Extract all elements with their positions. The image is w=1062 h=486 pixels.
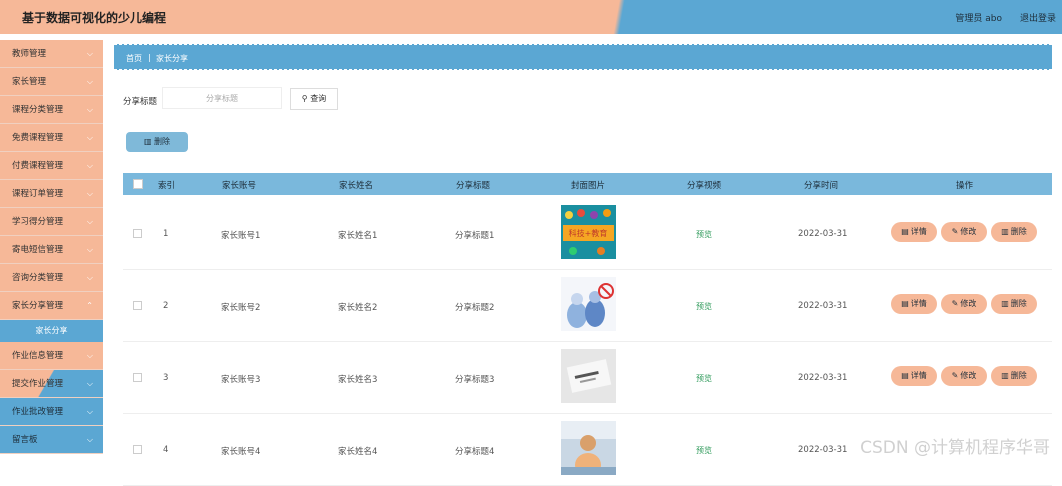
query-button[interactable]: ⚲ 查询 xyxy=(290,88,338,110)
delete-button[interactable]: ▥ 删除 xyxy=(991,222,1037,242)
sidebar-item-learning-scores[interactable]: 学习得分管理 ⌵ xyxy=(0,208,103,236)
column-header: 分享视频 xyxy=(687,181,722,191)
trash-icon: ▥ xyxy=(1001,371,1009,380)
sidebar-item-teachers[interactable]: 教师管理 ⌵ xyxy=(0,40,103,68)
column-header: 分享时间 xyxy=(804,181,839,191)
sidebar-item-consult-categories[interactable]: 咨询分类管理 ⌵ xyxy=(0,264,103,292)
video-preview-link[interactable]: 预览 xyxy=(696,229,712,240)
cover-image xyxy=(561,349,616,403)
column-header: 操作 xyxy=(956,181,974,191)
sidebar-item-parents[interactable]: 家长管理 ⌵ xyxy=(0,68,103,96)
sidebar-item-sms[interactable]: 寄电短信管理 ⌵ xyxy=(0,236,103,264)
detail-icon: ▤ xyxy=(901,227,909,236)
column-header: 家长账号 xyxy=(222,181,257,191)
trash-icon: ▥ xyxy=(1001,299,1009,308)
delete-button[interactable]: ▥ 删除 xyxy=(991,366,1037,386)
breadcrumb-separator: | xyxy=(148,53,151,62)
video-preview-link[interactable]: 预览 xyxy=(696,373,712,384)
chevron-down-icon: ⌵ xyxy=(86,217,93,226)
column-header: 索引 xyxy=(158,181,176,191)
edit-button[interactable]: ✎ 修改 xyxy=(941,294,987,314)
chevron-down-icon: ⌵ xyxy=(86,379,93,388)
edit-icon: ✎ xyxy=(951,371,959,380)
sidebar-item-message-board[interactable]: 留言板 ⌵ xyxy=(0,426,103,454)
row-checkbox[interactable] xyxy=(133,445,142,454)
row-checkbox[interactable] xyxy=(133,229,142,238)
cover-image xyxy=(561,421,616,475)
cover-image: 科技+教育 xyxy=(561,205,616,259)
chevron-down-icon: ⌵ xyxy=(86,77,93,86)
table-row: 3 家长账号3 家长姓名3 分享标题3 预览 2022-03-31 ▤ 详情 ✎ 修… xyxy=(123,341,1052,414)
edit-icon: ✎ xyxy=(951,227,959,236)
sidebar-item-homework-info[interactable]: 作业信息管理 ⌵ xyxy=(0,342,103,370)
trash-icon: ▥ xyxy=(143,137,155,146)
logout-link[interactable]: 退出登录 xyxy=(1020,11,1056,24)
chevron-down-icon: ⌵ xyxy=(86,273,93,282)
sidebar: 教师管理 ⌵ 家长管理 ⌵ 课程分类管理 ⌵ 免费课程管理 ⌵ 付费课程管理 ⌵ 课程订单… xyxy=(0,40,103,466)
sidebar-item-homework-grading[interactable]: 作业批改管理 ⌵ xyxy=(0,398,103,426)
cover-image xyxy=(561,277,616,331)
sidebar-item-course-categories[interactable]: 课程分类管理 ⌵ xyxy=(0,96,103,124)
detail-icon: ▤ xyxy=(901,299,909,308)
column-header: 封面图片 xyxy=(571,181,606,191)
chevron-down-icon: ⌵ xyxy=(86,161,93,170)
chevron-down-icon: ⌵ xyxy=(86,189,93,198)
video-preview-link[interactable]: 预览 xyxy=(696,301,712,312)
breadcrumb-current: 家长分享 xyxy=(156,54,188,63)
top-bar: 基于数据可视化的少儿编程 管理员 abo 退出登录 xyxy=(0,0,1062,34)
delete-button[interactable]: ▥ 删除 xyxy=(991,294,1037,314)
edit-icon: ✎ xyxy=(951,299,959,308)
app-title: 基于数据可视化的少儿编程 xyxy=(22,11,167,25)
chevron-down-icon: ⌵ xyxy=(86,407,93,416)
bulk-delete-button[interactable]: ▥ 删除 xyxy=(126,132,188,152)
detail-icon: ▤ xyxy=(901,371,909,380)
chevron-down-icon: ⌵ xyxy=(86,133,93,142)
column-header: 分享标题 xyxy=(456,181,491,191)
detail-button[interactable]: ▤ 详情 xyxy=(891,294,937,314)
search-input[interactable]: 分享标题 xyxy=(162,87,282,109)
sidebar-item-free-courses[interactable]: 免费课程管理 ⌵ xyxy=(0,124,103,152)
table-row: 1 家长账号1 家长姓名1 分享标题1 科技+教育 预览 2022-03-31 … xyxy=(123,197,1052,270)
sidebar-item-course-orders[interactable]: 课程订单管理 ⌵ xyxy=(0,180,103,208)
video-preview-link[interactable]: 预览 xyxy=(696,445,712,456)
table-row: 2 家长账号2 家长姓名2 分享标题2 预览 2022-03-31 ▤ 详情 ✎ 修… xyxy=(123,269,1052,342)
detail-button[interactable]: ▤ 详情 xyxy=(891,222,937,242)
select-all-checkbox[interactable] xyxy=(133,179,143,189)
edit-button[interactable]: ✎ 修改 xyxy=(941,366,987,386)
breadcrumb: 首页 | 家长分享 xyxy=(114,44,1052,70)
detail-button[interactable]: ▤ 详情 xyxy=(891,366,937,386)
row-checkbox[interactable] xyxy=(133,301,142,310)
sidebar-item-submitted-homework[interactable]: 提交作业管理 ⌵ xyxy=(0,370,103,398)
sidebar-subitem-parent-share[interactable]: 家长分享 xyxy=(0,320,103,342)
watermark: CSDN @计算机程序华哥 xyxy=(860,438,1050,458)
current-user: 管理员 abo xyxy=(955,14,1002,24)
edit-button[interactable]: ✎ 修改 xyxy=(941,222,987,242)
search-label: 分享标题 xyxy=(123,97,158,107)
chevron-down-icon: ⌵ xyxy=(86,435,93,444)
column-header: 家长姓名 xyxy=(339,181,374,191)
chevron-down-icon: ⌵ xyxy=(86,105,93,114)
chevron-down-icon: ⌵ xyxy=(86,351,93,360)
table-header: 索引 家长账号 家长姓名 分享标题 封面图片 分享视频 分享时间 操作 xyxy=(123,173,1052,195)
svg-text:科技+教育: 科技+教育 xyxy=(569,228,608,238)
chevron-down-icon: ⌵ xyxy=(86,245,93,254)
chevron-up-icon: ⌃ xyxy=(86,301,93,310)
breadcrumb-home[interactable]: 首页 xyxy=(126,53,142,64)
sidebar-item-parent-shares[interactable]: 家长分享管理 ⌃ xyxy=(0,292,103,320)
trash-icon: ▥ xyxy=(1001,227,1009,236)
row-checkbox[interactable] xyxy=(133,373,142,382)
sidebar-item-paid-courses[interactable]: 付费课程管理 ⌵ xyxy=(0,152,103,180)
chevron-down-icon: ⌵ xyxy=(86,49,93,58)
search-icon: ⚲ xyxy=(301,94,311,103)
